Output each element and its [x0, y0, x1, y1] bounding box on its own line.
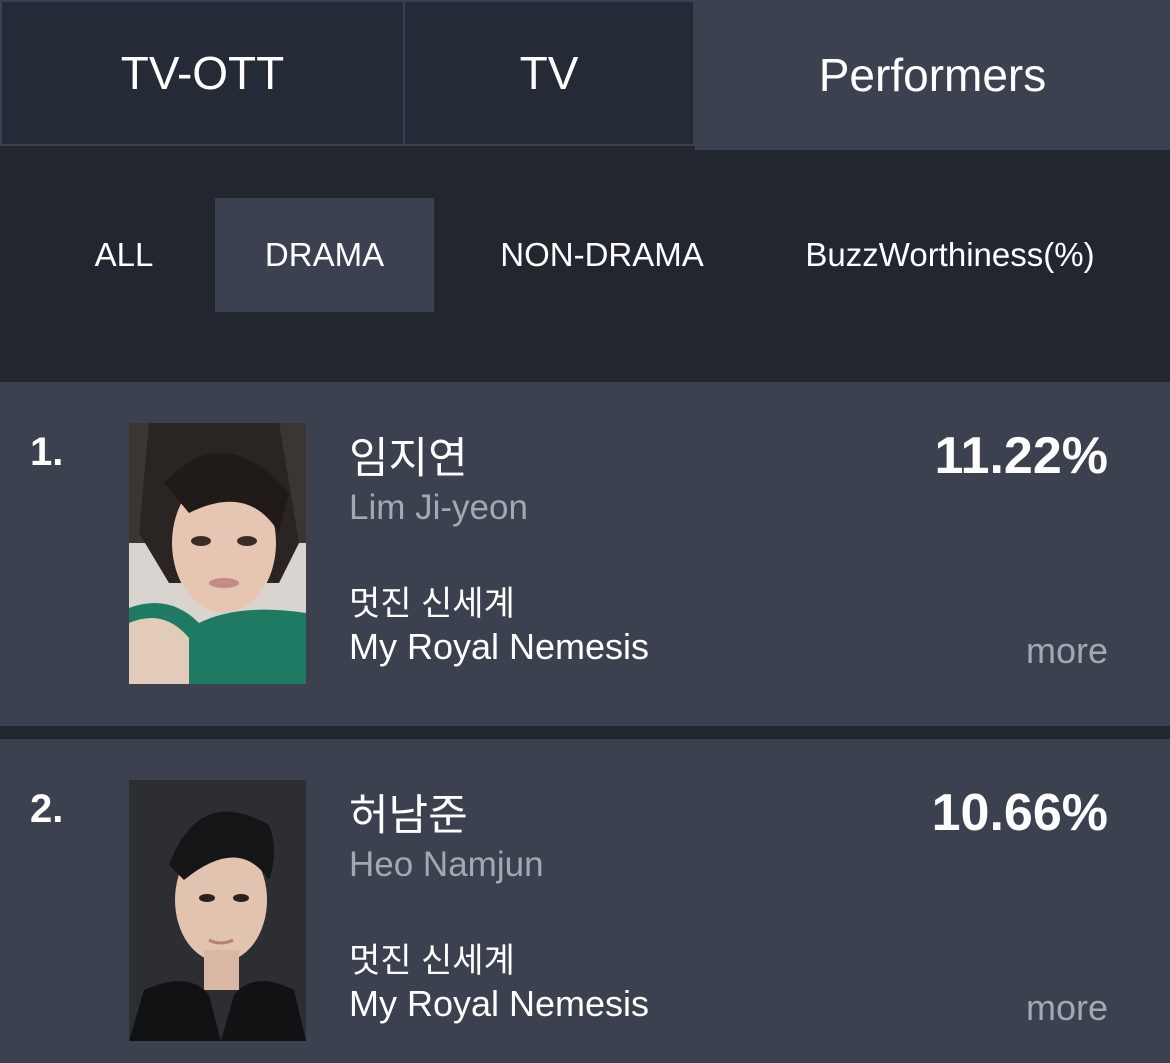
more-link[interactable]: more	[1026, 987, 1108, 1029]
rank-number: 1.	[30, 430, 64, 474]
performer-photo[interactable]	[129, 780, 306, 1041]
show-title-korean: 멋진 신세계	[349, 942, 515, 980]
filter-buzzworthiness[interactable]: BuzzWorthiness(%)	[770, 198, 1130, 312]
performer-name-english: Lim Ji-yeon	[349, 488, 528, 527]
ranking-item[interactable]: 2. 허남준 Heo Namjun 멋진 신세계 My Royal Nemesi…	[0, 739, 1170, 1063]
tab-tv-ott[interactable]: TV-OTT	[0, 0, 404, 146]
filter-all[interactable]: ALL	[62, 198, 186, 312]
category-tabs: TV-OTT TV Performers	[0, 0, 1170, 150]
rank-number: 2.	[30, 787, 64, 831]
buzz-percentage: 10.66%	[931, 784, 1108, 842]
more-link[interactable]: more	[1026, 630, 1108, 672]
show-title-english: My Royal Nemesis	[349, 626, 650, 667]
show-title-korean: 멋진 신세계	[349, 585, 515, 623]
filter-drama[interactable]: DRAMA	[215, 198, 434, 312]
filter-non-drama[interactable]: NON-DRAMA	[468, 198, 736, 312]
performer-photo-image	[129, 780, 306, 1041]
row-divider	[0, 726, 1170, 739]
show-title-english: My Royal Nemesis	[349, 983, 650, 1024]
performer-photo-image	[129, 423, 306, 684]
performer-name-korean: 임지연	[349, 435, 468, 483]
tab-tv[interactable]: TV	[404, 0, 695, 146]
performer-name-korean: 허남준	[349, 792, 468, 840]
genre-filter-tabs: ALL DRAMA NON-DRAMA BuzzWorthiness(%)	[0, 150, 1170, 380]
performer-photo[interactable]	[129, 423, 306, 684]
tab-performers[interactable]: Performers	[695, 0, 1170, 150]
ranking-item[interactable]: 1. 임지연 Lim Ji-yeon 멋진 신세계 My Royal Nemes…	[0, 382, 1170, 726]
performer-name-english: Heo Namjun	[349, 845, 544, 884]
buzz-percentage: 11.22%	[934, 427, 1109, 485]
